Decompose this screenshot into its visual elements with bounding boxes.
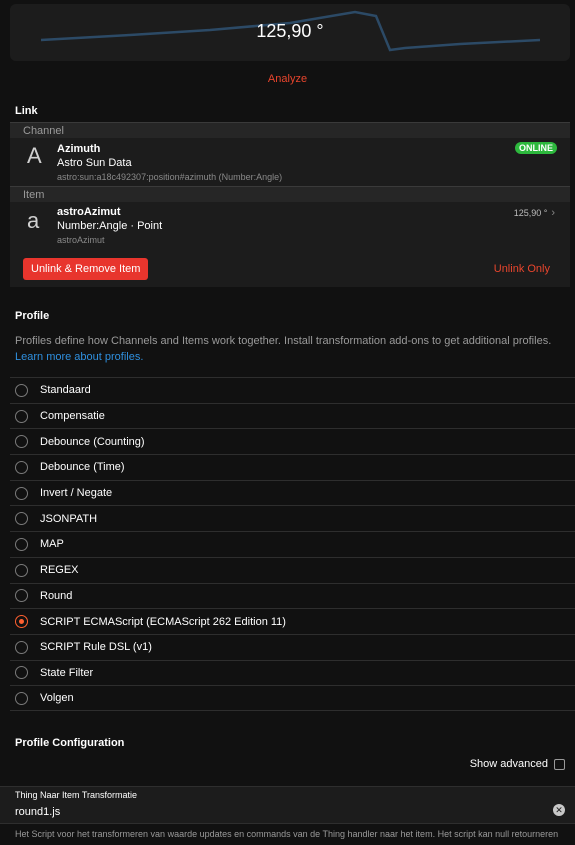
profile-option-label: SCRIPT Rule DSL (v1) xyxy=(40,641,152,654)
show-advanced-checkbox[interactable] xyxy=(554,758,565,770)
profile-option[interactable]: REGEX xyxy=(10,556,575,583)
item-state: 125,90 ° › xyxy=(514,207,555,219)
profile-option-label: SCRIPT ECMAScript (ECMAScript 262 Editio… xyxy=(40,615,286,628)
current-state-value: 125,90 ° xyxy=(256,21,324,41)
item-state-value: 125,90 ° xyxy=(513,208,548,218)
profile-section-title: Profile xyxy=(15,310,50,322)
profile-option-label: REGEX xyxy=(40,564,79,577)
profile-option[interactable]: Debounce (Counting) xyxy=(10,428,575,454)
profile-option[interactable]: Standaard xyxy=(10,377,575,403)
item-letter-icon: a xyxy=(27,208,40,233)
analyze-link[interactable]: Analyze xyxy=(0,73,575,85)
profile-option[interactable]: SCRIPT ECMAScript (ECMAScript 262 Editio… xyxy=(10,608,575,634)
profile-config-title: Profile Configuration xyxy=(15,737,125,749)
clear-icon[interactable]: ✕ xyxy=(553,804,565,816)
show-advanced-label: Show advanced xyxy=(469,758,548,770)
profile-option-label: Volgen xyxy=(40,692,74,705)
radio-unchecked[interactable] xyxy=(15,409,28,423)
learn-more-link[interactable]: Learn more about profiles. xyxy=(15,351,143,363)
status-badge: ONLINE xyxy=(514,142,557,154)
radio-unchecked[interactable] xyxy=(15,512,28,526)
link-section-title: Link xyxy=(15,105,38,117)
radio-unchecked[interactable] xyxy=(15,383,28,397)
radio-unchecked[interactable] xyxy=(15,537,28,551)
state-chart-card[interactable]: 125,90 ° xyxy=(10,4,570,61)
radio-unchecked[interactable] xyxy=(15,691,28,705)
profile-option[interactable]: SCRIPT Rule DSL (v1) xyxy=(10,633,575,660)
profile-option-label: Round xyxy=(40,589,73,602)
profile-option[interactable]: Volgen xyxy=(10,685,575,711)
item-subtitle: Number:Angle · Point xyxy=(57,220,163,232)
profile-radio-list: Standaard Compensatie Debounce (Counting) D… xyxy=(10,377,575,711)
radio-unchecked[interactable] xyxy=(15,666,28,680)
profile-option[interactable]: Round xyxy=(10,582,575,609)
unlink-only-button[interactable]: Unlink Only xyxy=(494,263,550,275)
transformation-field-help: Het Script voor het transformeren van wa… xyxy=(15,829,559,839)
item-name: astroAzimut xyxy=(57,235,105,245)
radio-unchecked[interactable] xyxy=(15,486,28,500)
profile-option-label: Debounce (Counting) xyxy=(40,435,145,448)
channel-title: Azimuth xyxy=(57,143,101,155)
radio-unchecked[interactable] xyxy=(15,563,28,577)
channel-subtitle: Astro Sun Data xyxy=(57,157,132,169)
profile-option[interactable]: Compensatie xyxy=(10,402,575,429)
radio-unchecked[interactable] xyxy=(15,589,28,603)
show-advanced-toggle[interactable]: Show advanced xyxy=(470,758,565,770)
profile-option-label: MAP xyxy=(40,538,64,551)
profile-option[interactable]: JSONPATH xyxy=(10,505,575,531)
profile-description: Profiles define how Channels and Items w… xyxy=(15,333,571,365)
transformation-field-value[interactable]: round1.js xyxy=(15,806,60,818)
profile-option-label: Debounce (Time) xyxy=(40,461,125,474)
radio-checked[interactable] xyxy=(15,615,28,629)
channel-uid: astro:sun:a18c492307:position#azimuth (N… xyxy=(57,172,283,182)
chevron-right-icon: › xyxy=(551,207,555,219)
item-group-label: Item xyxy=(10,186,570,202)
profile-option-label: Invert / Negate xyxy=(40,487,113,500)
radio-unchecked[interactable] xyxy=(15,435,28,449)
profile-option-label: Compensatie xyxy=(40,410,105,423)
channel-group-label: Channel xyxy=(10,122,570,138)
transformation-field-label: Thing Naar Item Transformatie xyxy=(15,790,138,800)
radio-unchecked[interactable] xyxy=(15,460,28,474)
profile-option-label: JSONPATH xyxy=(40,512,98,525)
profile-option[interactable]: MAP xyxy=(10,531,575,557)
profile-option[interactable]: Invert / Negate xyxy=(10,479,575,506)
profile-option-label: Standaard xyxy=(40,384,91,397)
profile-description-text: Profiles define how Channels and Items w… xyxy=(15,335,552,347)
item-title: astroAzimut xyxy=(57,206,121,218)
profile-option-label: State Filter xyxy=(40,666,94,679)
link-card: Channel A Azimuth Astro Sun Data astro:s… xyxy=(10,122,570,287)
unlink-remove-item-button[interactable]: Unlink & Remove Item xyxy=(23,258,149,280)
radio-unchecked[interactable] xyxy=(15,640,28,654)
channel-letter-icon: A xyxy=(27,143,42,168)
profile-option[interactable]: Debounce (Time) xyxy=(10,454,575,480)
transformation-field[interactable]: Thing Naar Item Transformatie round1.js … xyxy=(0,786,575,824)
profile-option[interactable]: State Filter xyxy=(10,659,575,686)
